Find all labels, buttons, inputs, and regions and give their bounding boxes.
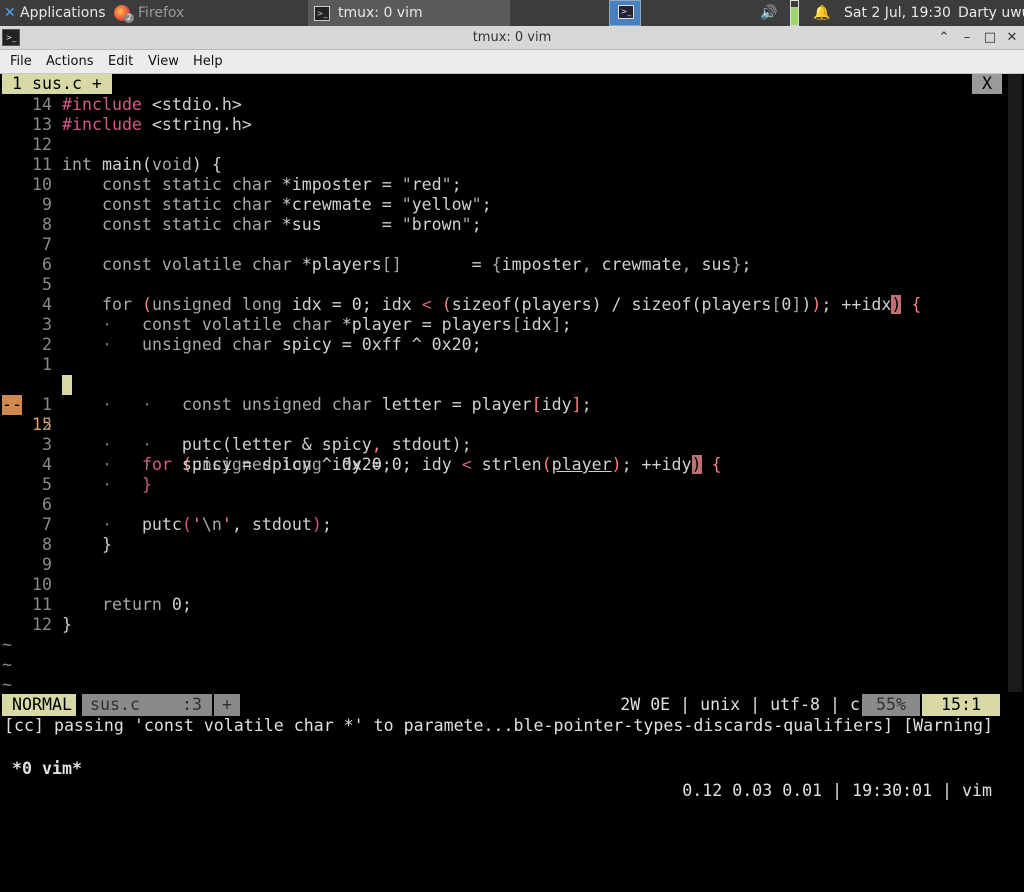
line-number: 2 (42, 415, 52, 434)
line-number: 4 (42, 455, 52, 474)
menubar: File Actions Edit View Help (0, 50, 1024, 74)
menu-actions[interactable]: Actions (46, 50, 94, 74)
line-number: 13 (32, 115, 52, 134)
xfce-logo-icon: ✕ (4, 5, 16, 21)
code-text: return 0; (101, 595, 192, 614)
code-text: int main(void) { (62, 155, 222, 174)
terminal-icon: >_ (618, 5, 634, 19)
window-count-badge: 2 (124, 13, 134, 23)
vim-file-info: 2W 0E | unix | utf-8 | c (620, 695, 860, 714)
code-text: #include <string.h> (62, 115, 252, 134)
vim-line-col: 15:1 (922, 694, 1000, 716)
line-number: 8 (42, 535, 52, 554)
terminal-icon: >_ (314, 6, 330, 21)
vim-status-position: :3 (172, 694, 212, 716)
empty-line-tilde: ~ (2, 635, 12, 654)
tmux-statusbar: *0 vim* 0.12 0.03 0.01 | 19:30:01 | vim (0, 736, 1024, 800)
window-titlebar[interactable]: >_ tmux: 0 vim ⌃ – □ ✕ (0, 26, 1024, 50)
line-number: 5 (42, 275, 52, 294)
vim-modified-flag: + (214, 694, 240, 716)
line-number: 14 (32, 95, 52, 114)
taskbar-firefox-label: Firefox (138, 5, 185, 21)
tmux-status-right: 0.12 0.03 0.01 | 19:30:01 | vim (682, 781, 992, 800)
workspace-switcher[interactable]: >_ (609, 0, 641, 26)
applications-label: Applications (20, 5, 106, 21)
code-text: const static char *crewmate = "yellow"; (101, 195, 492, 214)
code-text: } (62, 535, 112, 554)
code-text: #include <stdio.h> (62, 95, 242, 114)
line-number: 6 (42, 255, 52, 274)
line-number: 4 (42, 295, 52, 314)
vim-statusline: NORMAL sus.c :3 + 2W 0E | unix | utf-8 |… (0, 694, 1024, 716)
line-number: 1 (42, 395, 52, 414)
vim-tabline: 1 sus.c + X (0, 74, 1024, 94)
tmux-window-tab[interactable]: *0 vim* (12, 758, 82, 780)
vim-mode: NORMAL (2, 694, 76, 716)
line-number: 12 (32, 135, 52, 154)
menu-file[interactable]: File (10, 50, 32, 74)
code-text: · · putc(letter & spicy, stdout); (101, 435, 472, 454)
line-number: 11 (32, 595, 52, 614)
vim-filename: sus.c (82, 694, 172, 716)
notification-bell-icon[interactable]: 🔔 (813, 0, 830, 26)
line-number: 8 (42, 215, 52, 234)
maximize-button[interactable]: □ (981, 28, 999, 48)
terminal-area[interactable]: 1 sus.c + X 14 #include <stdio.h> 13 #incl… (0, 74, 1024, 800)
close-button[interactable]: ✕ (1003, 28, 1021, 48)
code-text: · putc('\n', stdout); (101, 515, 332, 534)
taskbar-tmux[interactable]: >_ tmux: 0 vim (308, 0, 510, 26)
menu-view[interactable]: View (148, 50, 179, 74)
shade-button[interactable]: ⌃ (935, 28, 953, 48)
taskbar-firefox[interactable]: 2 Firefox (110, 0, 306, 26)
menu-help[interactable]: Help (193, 50, 223, 74)
code-text: const static char *sus = "brown"; (101, 215, 482, 234)
code-text: · unsigned char spicy = 0xff ^ 0x20; (101, 335, 482, 354)
terminal-scrollbar[interactable] (1008, 74, 1022, 692)
current-code-line: -- 15 · for (unsigned long idy = 0; idy … (0, 375, 1000, 474)
line-number: 9 (42, 555, 52, 574)
code-text: const static char *imposter = "red"; (101, 175, 462, 194)
line-number: 6 (42, 495, 52, 514)
code-text: · const volatile char *player = players[… (101, 315, 572, 334)
line-number: 10 (32, 575, 52, 594)
code-text: · } (101, 475, 152, 494)
line-number: 3 (42, 435, 52, 454)
minimize-button[interactable]: – (958, 28, 976, 48)
clock[interactable]: Sat 2 Jul, 19:30 (844, 0, 951, 26)
code-text: const volatile char *players[] = {impost… (101, 255, 752, 274)
top-panel: ✕ Applications 2 Firefox >_ tmux: 0 vim … (0, 0, 1024, 26)
line-number: 10 (32, 175, 52, 194)
line-number: 12 (32, 615, 52, 634)
code-text: } (62, 615, 72, 634)
line-number: 1 (42, 355, 52, 374)
code-text: for (unsigned long idx = 0; idx < (sizeo… (101, 295, 922, 314)
vim-tab-close[interactable]: X (972, 74, 1002, 94)
window-title: tmux: 0 vim (472, 30, 552, 45)
empty-line-tilde: ~ (2, 675, 12, 694)
code-text: · · const unsigned char letter = player[… (101, 395, 592, 414)
line-number: 7 (42, 515, 52, 534)
user-menu[interactable]: Darty uwu (958, 0, 1024, 26)
volume-icon[interactable]: 🔊 (760, 0, 778, 26)
line-number: 7 (42, 235, 52, 254)
code-text: · · spicy = spicy ^ 0x20; (101, 455, 392, 474)
applications-menu[interactable]: ✕ Applications (0, 0, 108, 26)
cursor (62, 375, 72, 395)
menu-edit[interactable]: Edit (108, 50, 133, 74)
vim-tab[interactable]: 1 sus.c + (2, 74, 112, 94)
line-number: 2 (42, 335, 52, 354)
line-number: 3 (42, 315, 52, 334)
empty-line-tilde: ~ (2, 655, 12, 674)
vim-scroll-percent: 55% (862, 694, 920, 716)
taskbar-tmux-label: tmux: 0 vim (338, 5, 423, 21)
vim-message-line: [cc] passing 'const volatile char *' to … (4, 716, 994, 735)
line-number: 11 (32, 155, 52, 174)
line-number: 5 (42, 475, 52, 494)
battery-icon[interactable] (790, 0, 799, 26)
line-number: 9 (42, 195, 52, 214)
